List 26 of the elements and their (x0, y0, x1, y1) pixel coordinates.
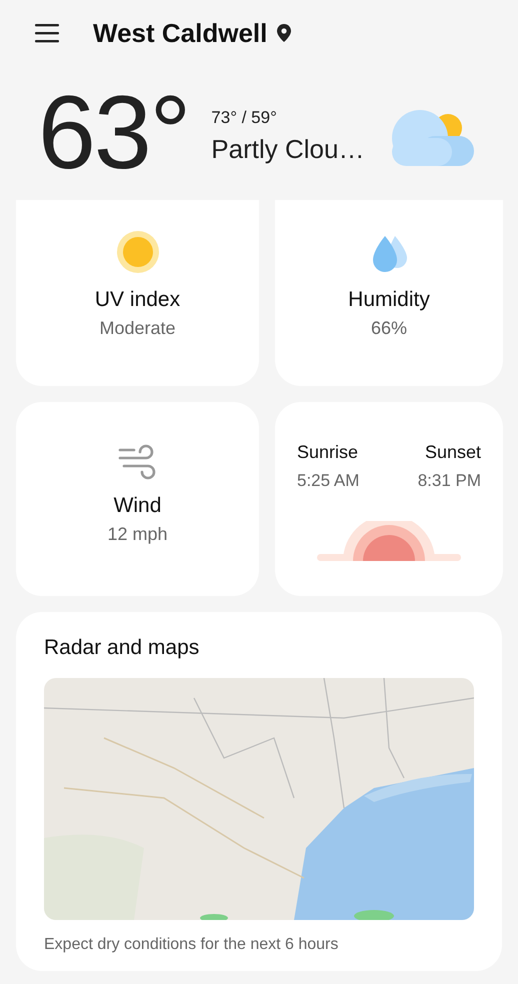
weather-card[interactable]: UV index Moderate (16, 200, 259, 386)
sunrise-label: Sunrise (297, 442, 360, 463)
sunset-label: Sunset (424, 442, 481, 463)
location-pin-icon (277, 24, 292, 42)
card-title: UV index (94, 288, 180, 312)
card-value: Moderate (99, 318, 176, 339)
card-value: 66% (370, 318, 408, 339)
location-title: West Caldwell (93, 18, 268, 48)
temperature: 63° (38, 81, 190, 185)
menu-icon (35, 23, 59, 43)
weather-card[interactable]: Humidity 66% (275, 200, 503, 386)
sunset-time: 8:31 PM (418, 471, 481, 491)
weather-condition: Partly Clou… (211, 134, 364, 164)
weather-card[interactable]: Wind 12 mph (16, 402, 259, 596)
high-low-temperature: 73° / 59° (211, 108, 278, 128)
radar-caption: Expect dry conditions for the next 6 hours (44, 936, 340, 954)
sun-icon (116, 230, 160, 274)
sunrise-time: 5:25 AM (297, 471, 360, 491)
radar-title: Radar and maps (44, 636, 200, 660)
cloud-sun-icon (390, 108, 474, 168)
weather-card[interactable]: Sunrise 5:25 AM Sunset 8:31 PM (275, 402, 503, 596)
card-value: 12 mph (107, 524, 168, 545)
card-title: Wind (114, 494, 162, 518)
radar-card[interactable]: Radar and maps Expect dry conditions for the next 6 hours (16, 612, 502, 971)
card-title: Humidity (348, 288, 430, 312)
menu-button[interactable] (34, 21, 60, 45)
